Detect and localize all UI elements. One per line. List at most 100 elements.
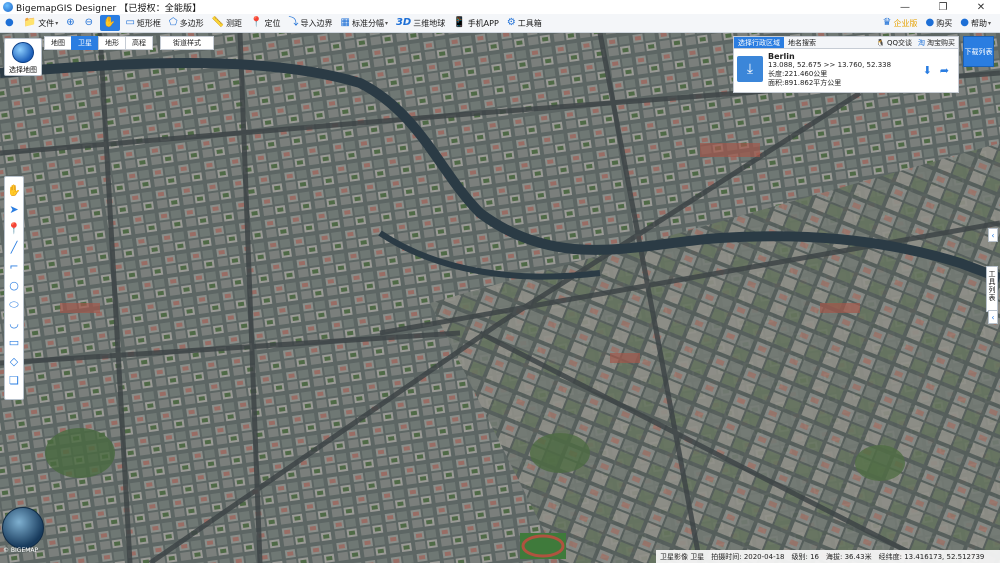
import-boundary-button[interactable]: ⤵ 导入边界 (286, 15, 336, 31)
mobile-icon: 📱 (453, 17, 466, 28)
chevron-down-icon: ▾ (55, 19, 59, 27)
help-icon: ● (960, 17, 969, 28)
location-pin-icon: 📍 (250, 17, 263, 28)
purchase-button[interactable]: ● 购买 (923, 15, 956, 31)
zoom-in-button[interactable]: ⊕ (63, 15, 79, 31)
import-boundary-icon: ⤵ (288, 17, 299, 28)
map-type-tabs: 地图 卫星 地形 高程 街道样式 (44, 36, 214, 50)
enterprise-label: 企业版 (893, 18, 918, 28)
measure-label: 测距 (226, 18, 243, 28)
pan-hand-icon[interactable]: ✋ (6, 181, 22, 200)
locate-label: 定位 (264, 18, 281, 28)
folder-icon: 📁 (23, 17, 37, 28)
status-level: 级别: 16 (791, 552, 820, 561)
tab-street-style[interactable]: 街道样式 (160, 36, 214, 50)
file-menu-button[interactable]: 📁 文件 ▾ (21, 15, 61, 31)
tools-list-tab[interactable]: 工具列表 (986, 266, 998, 312)
overview-globe[interactable] (2, 507, 44, 549)
app-menu-icon[interactable]: ● (2, 15, 19, 31)
toolbar-right-group: ♛ 企业版 ● 购买 ● 帮助 ▾ (880, 15, 996, 31)
rectangle-select-button[interactable]: ▭ 矩形框 (122, 15, 163, 31)
zoom-in-icon: ⊕ (66, 17, 75, 28)
taobao-icon: 淘 (918, 38, 925, 47)
circle-icon[interactable]: ○ (6, 276, 22, 295)
region-actions: ⬇ ➦ (923, 52, 949, 89)
chevron-down-icon: ▾ (987, 19, 991, 27)
eraser-icon[interactable]: ◇ (6, 352, 22, 371)
marker-icon[interactable]: 📍 (6, 219, 22, 238)
zoom-out-button[interactable]: ⊖ (82, 15, 98, 31)
purchase-label: 购买 (936, 18, 953, 28)
region-perimeter: 长度:221.460公里 (768, 70, 828, 78)
region-panel: 选择行政区域 地名搜索 🐧 QQ交谈 淘淘宝购买 ⤓ Berlin 13.088,… (733, 36, 959, 94)
drawing-toolbar: ✋ ➤ 📍 ╱ ⌐ ○ ⬭ ◡ ▭ ◇ ❏ (4, 176, 24, 400)
pan-button[interactable]: ✋ (99, 15, 121, 31)
polygon-select-button[interactable]: ⬠ 多边形 (166, 15, 207, 31)
rectangle-select-label: 矩形框 (136, 18, 161, 28)
locate-button[interactable]: 📍 定位 (247, 15, 283, 31)
mobile-app-button[interactable]: 📱 手机APP (450, 15, 502, 31)
tab-place-search[interactable]: 地名搜索 (784, 37, 820, 48)
arc-icon[interactable]: ◡ (6, 314, 22, 333)
select-arrow-icon[interactable]: ➤ (6, 200, 22, 219)
map-type-selector[interactable]: 选择地图 (4, 38, 42, 76)
3d-globe-button[interactable]: 3D 三维地球 (393, 15, 448, 31)
rectangle-select-icon: ▭ (125, 17, 135, 28)
standard-grid-button[interactable]: ▦ 标准分幅 ▾ (338, 15, 391, 31)
status-bar: 卫星影像 卫星 拍摄时间: 2020-04-18 级别: 16 海拔: 36.4… (656, 550, 1000, 563)
status-capture-date: 拍摄时间: 2020-04-18 (711, 552, 785, 561)
collapse-left-arrow-icon-2[interactable]: ‹ (988, 310, 998, 324)
tab-select-admin-region[interactable]: 选择行政区域 (734, 37, 784, 48)
ruler-icon: 📏 (211, 17, 225, 28)
status-source: 卫星影像 卫星 (660, 552, 705, 561)
collapse-left-arrow-icon[interactable]: ‹ (988, 228, 998, 242)
region-panel-tabs: 选择行政区域 地名搜索 🐧 QQ交谈 淘淘宝购买 (733, 36, 959, 49)
map-selector-label: 选择地图 (9, 66, 37, 74)
share-icon[interactable]: ➦ (940, 64, 949, 77)
ellipse-icon[interactable]: ⬭ (6, 295, 22, 314)
file-menu-label: 文件 (38, 18, 55, 28)
tab-map[interactable]: 地图 (44, 36, 72, 50)
polyline-icon[interactable]: ⌐ (6, 257, 22, 276)
toolbox-button[interactable]: ⚙ 工具箱 (504, 15, 545, 31)
3d-icon: 3D (395, 17, 412, 28)
window-title: BigemapGIS Designer 【已授权：全能版】 (16, 3, 202, 14)
title-bar: BigemapGIS Designer 【已授权：全能版】 — ❐ ✕ (0, 0, 1000, 14)
minimize-button[interactable]: — (886, 0, 924, 14)
region-info: Berlin 13.088, 52.675 >> 13.760, 52.338 … (768, 52, 923, 89)
main-toolbar: ● 📁 文件 ▾ ⊕ ⊖ ✋ ▭ 矩形框 ⬠ 多边形 📏 测距 📍 定位 ⤵ 导入边界 ▦ 标准… (0, 14, 1000, 33)
qq-chat-button[interactable]: 🐧 QQ交谈 (873, 37, 915, 48)
taobao-buy-label: 淘宝购买 (927, 38, 955, 47)
qq-chat-label: QQ交谈 (886, 38, 912, 47)
qq-icon: 🐧 (876, 38, 885, 47)
rectangle-icon[interactable]: ▭ (6, 333, 22, 352)
map-canvas[interactable] (0, 33, 1000, 563)
maximize-button[interactable]: ❐ (924, 0, 962, 14)
polygon-select-label: 多边形 (179, 18, 204, 28)
close-button[interactable]: ✕ (962, 0, 1000, 14)
line-icon[interactable]: ╱ (6, 238, 22, 257)
satellite-imagery (0, 33, 1000, 563)
window-controls: — ❐ ✕ (886, 0, 1000, 14)
tab-terrain[interactable]: 地形 (98, 36, 126, 50)
cart-icon: ● (925, 17, 935, 28)
tab-satellite[interactable]: 卫星 (71, 36, 99, 50)
region-result-card[interactable]: ⤓ Berlin 13.088, 52.675 >> 13.760, 52.33… (733, 49, 959, 93)
tab-elevation[interactable]: 高程 (125, 36, 153, 50)
chevron-down-icon: ▾ (384, 19, 388, 27)
measure-button[interactable]: 📏 测距 (209, 15, 245, 31)
region-coords: 13.088, 52.675 >> 13.760, 52.338 (768, 61, 892, 69)
status-coordinates: 经纬度: 13.416173, 52.512739 (878, 552, 985, 561)
status-elevation: 海拔: 36.43米 (826, 552, 872, 561)
download-list-button[interactable]: 下载列表 (963, 36, 994, 67)
download-icon[interactable]: ⬇ (923, 64, 932, 77)
layers-icon[interactable]: ❏ (6, 371, 22, 390)
grid-icon: ▦ (340, 17, 350, 28)
polygon-select-icon: ⬠ (168, 17, 178, 28)
enterprise-button[interactable]: ♛ 企业版 (880, 15, 921, 31)
taobao-buy-button[interactable]: 淘淘宝购买 (915, 37, 958, 48)
standard-grid-label: 标准分幅 (351, 18, 384, 28)
import-boundary-label: 导入边界 (300, 18, 333, 28)
help-button[interactable]: ● 帮助 ▾ (957, 15, 994, 31)
region-name: Berlin (768, 52, 795, 61)
